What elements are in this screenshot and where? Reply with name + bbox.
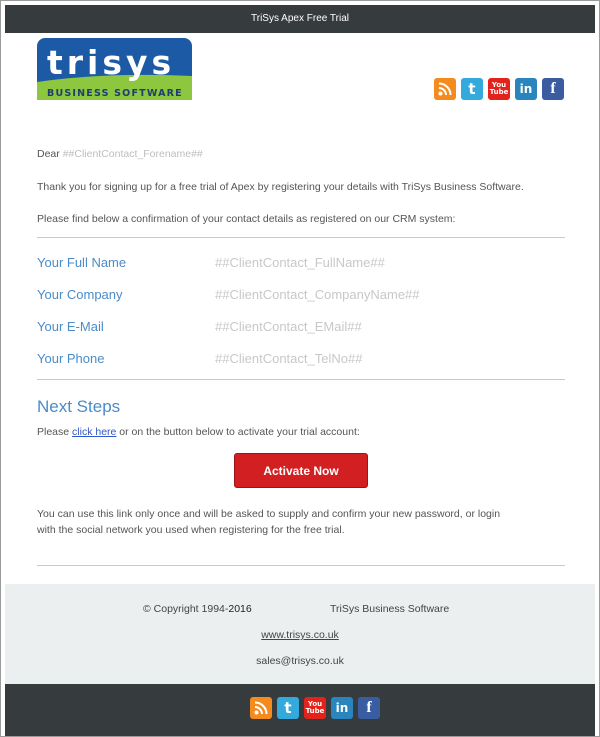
header-title: TriSys Apex Free Trial: [251, 13, 349, 24]
facebook-icon[interactable]: f: [358, 697, 380, 719]
phone-label: Your Phone: [37, 351, 105, 366]
greeting-placeholder: ##ClientContact_Forename##: [62, 148, 203, 160]
linkedin-icon[interactable]: in: [515, 78, 537, 100]
twitter-icon[interactable]: t: [461, 78, 483, 100]
intro-text: Thank you for signing up for a free tria…: [37, 181, 524, 193]
phone-value: ##ClientContact_TelNo##: [215, 351, 363, 366]
logo-tagline: BUSINESS SOFTWARE: [47, 88, 183, 99]
rss-icon[interactable]: [434, 78, 456, 100]
twitter-icon[interactable]: t: [277, 697, 299, 719]
copyright: © Copyright 1994-2016: [143, 603, 252, 615]
linkedin-icon[interactable]: in: [331, 697, 353, 719]
greeting-prefix: Dear: [37, 148, 63, 160]
footer-company: TriSys Business Software: [330, 603, 450, 615]
email-value: ##ClientContact_EMail##: [215, 319, 362, 334]
website-link[interactable]: www.trisys.co.uk: [261, 629, 339, 641]
divider: [37, 237, 565, 238]
full-name-value: ##ClientContact_FullName##: [215, 255, 385, 270]
email-frame: TriSys Apex Free Trial trisys BUSINESS S…: [0, 0, 600, 737]
note-line-2: with the social network you used when re…: [37, 524, 345, 536]
activate-now-button[interactable]: Activate Now: [234, 453, 368, 488]
footer: © Copyright 1994-2016 TriSys Business So…: [5, 584, 595, 684]
facebook-icon[interactable]: f: [542, 78, 564, 100]
click-here-link[interactable]: click here: [72, 426, 116, 438]
divider: [37, 565, 565, 566]
next-steps-heading: Next Steps: [37, 397, 121, 416]
company-label: Your Company: [37, 287, 123, 302]
trisys-logo: trisys BUSINESS SOFTWARE: [37, 38, 192, 100]
social-links-top: t You Tube in f: [434, 78, 564, 100]
footer-website: www.trisys.co.uk: [5, 629, 595, 641]
youtube-icon[interactable]: You Tube: [304, 697, 326, 719]
youtube-icon[interactable]: You Tube: [488, 78, 510, 100]
full-name-label: Your Full Name: [37, 255, 127, 270]
confirm-text: Please find below a confirmation of your…: [37, 213, 456, 225]
note-line-1: You can use this link only once and will…: [37, 508, 501, 520]
divider: [37, 379, 565, 380]
next-steps-text: Please click here or on the button below…: [37, 426, 360, 438]
social-links-bottom: t You Tube in f: [250, 697, 380, 719]
header-bar: TriSys Apex Free Trial: [5, 5, 595, 33]
footer-email[interactable]: sales@trisys.co.uk: [5, 655, 595, 667]
company-value: ##ClientContact_CompanyName##: [215, 287, 420, 302]
rss-icon[interactable]: [250, 697, 272, 719]
logo-wordmark: trisys: [47, 43, 175, 82]
greeting: Dear ##ClientContact_Forename##: [37, 148, 203, 160]
email-label: Your E-Mail: [37, 319, 104, 334]
